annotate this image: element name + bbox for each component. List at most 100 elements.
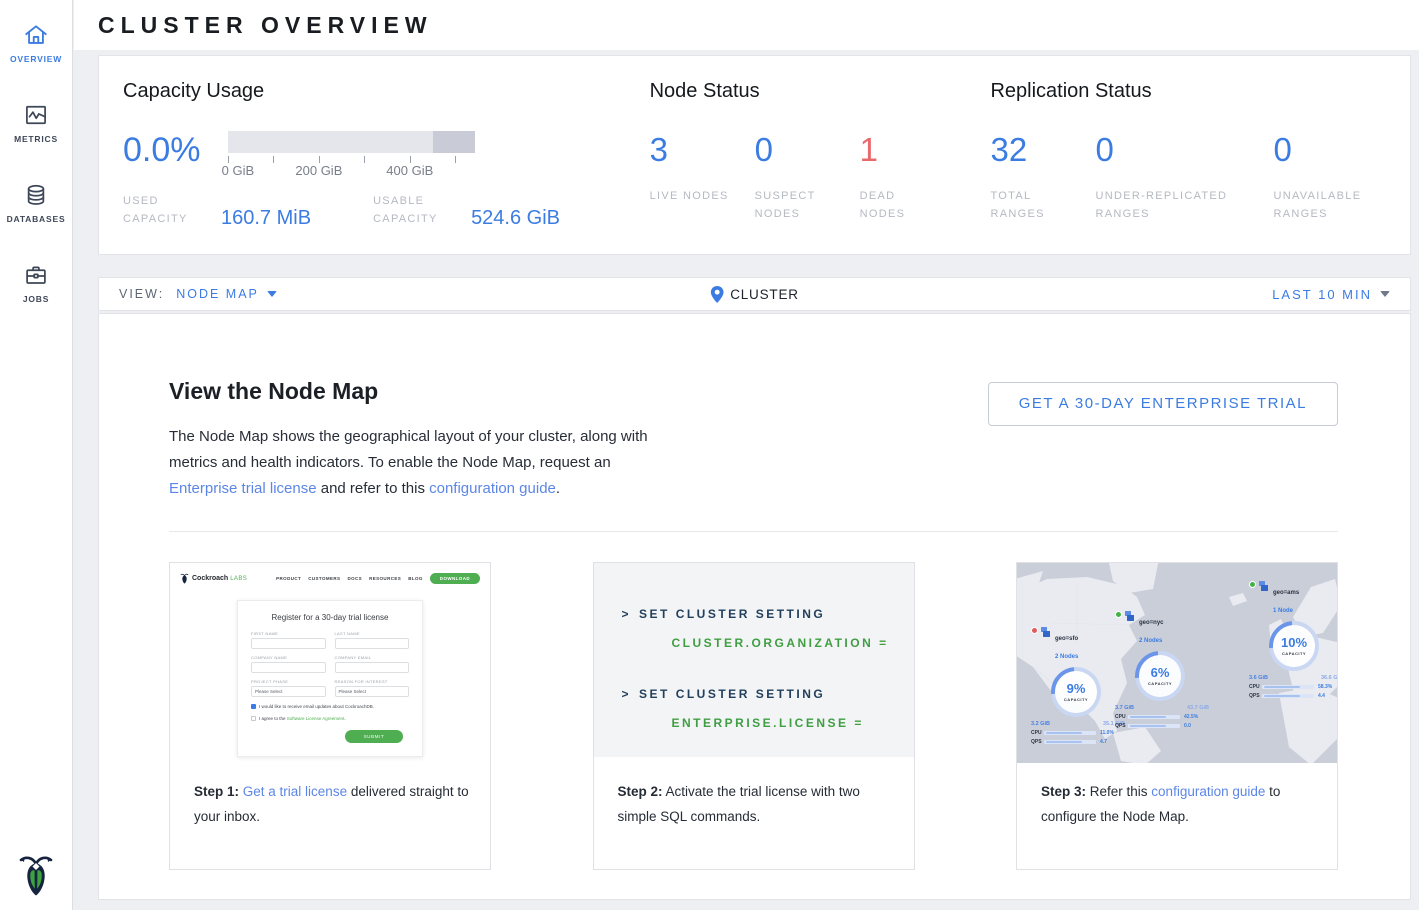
promo-heading: View the Node Map [169,378,378,405]
replication-status-title: Replication Status [990,80,1410,103]
dead-nodes-label: DEAD NODES [860,188,940,223]
unavailable-ranges-value: 0 [1273,133,1383,166]
dead-nodes-stat: 1 DEAD NODES [860,133,965,223]
sidebar-item-label: DATABASES [7,214,66,224]
map-node-ams: geo=ams1 Node 10%CAPACITY 3.6 GiB36.6 Gi… [1249,581,1337,699]
step2-caption: Step 2: Activate the trial license with … [594,763,914,829]
chevron-down-icon [1380,291,1390,297]
promo-description: The Node Map shows the geographical layo… [169,424,654,502]
capacity-used-percent: 0.0% [123,127,228,179]
capacity-bar-reserved-segment [433,131,475,153]
sidebar-item-label: METRICS [14,134,58,144]
view-toolbar: VIEW: NODE MAP CLUSTER LAST 10 MIN [98,277,1411,311]
node-status-section: Node Status 3 LIVE NODES 0 SUSPECT NODES… [650,56,991,254]
cluster-summary-card: Capacity Usage 0.0% 0 GiB 200 GiB 400 Gi… [98,55,1411,255]
suspect-nodes-label: SUSPECT NODES [755,188,835,223]
submit-button: SUBMIT [345,730,403,743]
jobs-icon [23,262,49,288]
download-button: DOWNLOAD [430,573,480,584]
axis-tick-label: 200 GiB [295,163,342,178]
sidebar-item-databases[interactable]: DATABASES [0,182,72,240]
enterprise-trial-button[interactable]: GET A 30-DAY ENTERPRISE TRIAL [988,382,1338,426]
total-ranges-value: 32 [990,133,1095,166]
axis-tick-label: 400 GiB [386,163,433,178]
time-range-dropdown[interactable]: LAST 10 MIN [1272,287,1390,302]
company-email-field [335,662,410,673]
dead-nodes-value: 1 [860,133,965,166]
node-icon [1040,627,1051,638]
step2-thumbnail: >SET CLUSTER SETTING CLUSTER.ORGANIZATIO… [594,563,914,763]
project-phase-select: Please Select [251,686,326,697]
usable-capacity-value: 524.6 GiB [471,207,560,230]
get-trial-license-link[interactable]: Get a trial license [243,784,347,799]
map-pin-icon [710,286,723,303]
used-capacity-value: 160.7 MiB [221,207,311,230]
trial-register-form: Register for a 30-day trial license FIRS… [237,600,423,757]
node-alert-badge [1031,627,1038,634]
live-nodes-stat: 3 LIVE NODES [650,133,755,223]
time-range-value: LAST 10 MIN [1272,287,1372,302]
step1-thumbnail: Cockroach LABS PRODUCT CUSTOMERS DOCS RE… [170,563,490,763]
sidebar-item-metrics[interactable]: METRICS [0,102,72,160]
promo-text-1: The Node Map shows the geographical layo… [169,428,648,471]
step2-card: >SET CLUSTER SETTING CLUSTER.ORGANIZATIO… [593,562,915,870]
step3-card: geo=sfo2 Nodes 9%CAPACITY 3.2 GiB35.1 Gi… [1016,562,1338,870]
email-updates-checkbox [251,704,256,709]
node-map-panel: View the Node Map The Node Map shows the… [98,313,1411,900]
configuration-guide-link[interactable]: configuration guide [429,480,556,497]
metrics-icon [23,102,49,128]
enterprise-trial-license-link[interactable]: Enterprise trial license [169,480,317,497]
replication-status-section: Replication Status 32 TOTAL RANGES 0 UND… [990,56,1410,254]
capacity-bar: 0 GiB 200 GiB 400 GiB [228,127,475,179]
node-ok-badge [1249,581,1256,588]
total-ranges-stat: 32 TOTAL RANGES [990,133,1095,223]
view-label: VIEW: [119,287,164,301]
databases-icon [23,182,49,208]
step1-card: Cockroach LABS PRODUCT CUSTOMERS DOCS RE… [169,562,491,870]
breadcrumb: CLUSTER [710,286,799,303]
map-node-nyc: geo=nyc2 Nodes 6%CAPACITY 3.7 GiB43.7 Gi… [1115,611,1215,729]
suspect-nodes-value: 0 [755,133,860,166]
site-nav: PRODUCT CUSTOMERS DOCS RESOURCES BLOG DO… [269,573,480,584]
promo-text-2: and refer to this [317,480,430,497]
node-icon [1258,581,1269,592]
total-ranges-label: TOTAL RANGES [990,188,1060,223]
cockroachdb-logo [0,854,71,896]
step1-caption: Step 1: Get a trial license delivered st… [170,763,490,829]
step3-caption: Step 3: Refer this configuration guide t… [1017,763,1337,829]
license-agreement-checkbox [251,716,256,721]
sidebar: OVERVIEW METRICS DATABASES JOBS [0,0,73,910]
capacity-usage-section: Capacity Usage 0.0% 0 GiB 200 GiB 400 Gi… [99,56,650,254]
last-name-field [335,638,410,649]
usable-capacity-label: USABLE CAPACITY [373,193,461,228]
sidebar-item-jobs[interactable]: JOBS [0,262,72,320]
capacity-usage-title: Capacity Usage [123,80,650,103]
home-icon [23,22,49,48]
node-status-title: Node Status [650,80,991,103]
axis-tick-label: 0 GiB [222,163,255,178]
company-name-field [251,662,326,673]
live-nodes-value: 3 [650,133,755,166]
suspect-nodes-stat: 0 SUSPECT NODES [755,133,860,223]
used-capacity-label: USED CAPACITY [123,193,211,228]
chevron-down-icon [267,291,277,297]
promo-text-3: . [556,480,560,497]
sidebar-item-overview[interactable]: OVERVIEW [0,22,72,80]
live-nodes-label: LIVE NODES [650,188,730,206]
reason-select: Please Select [335,686,410,697]
view-selector-value: NODE MAP [176,287,259,301]
page-header: CLUSTER OVERVIEW [74,0,1419,50]
page-title: CLUSTER OVERVIEW [98,12,433,39]
first-name-field [251,638,326,649]
view-selector-dropdown[interactable]: NODE MAP [176,287,277,301]
unavailable-ranges-stat: 0 UNAVAILABLE RANGES [1273,133,1383,223]
capacity-axis-ticks [228,153,475,163]
configuration-guide-link-2[interactable]: configuration guide [1151,784,1265,799]
under-replicated-ranges-stat: 0 UNDER-REPLICATED RANGES [1095,133,1273,223]
section-divider [169,531,1338,532]
step3-thumbnail: geo=sfo2 Nodes 9%CAPACITY 3.2 GiB35.1 Gi… [1017,563,1337,763]
under-replicated-ranges-label: UNDER-REPLICATED RANGES [1095,188,1255,223]
sidebar-item-label: JOBS [23,294,49,304]
unavailable-ranges-label: UNAVAILABLE RANGES [1273,188,1383,223]
breadcrumb-cluster: CLUSTER [730,287,799,302]
